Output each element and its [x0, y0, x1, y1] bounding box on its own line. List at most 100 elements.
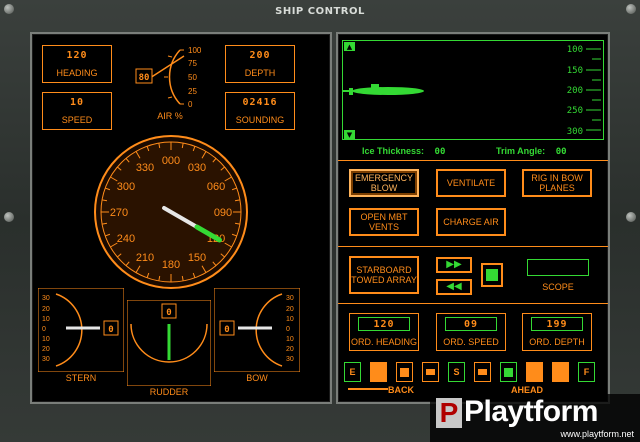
rudder-gauge: 0	[127, 300, 211, 386]
speed-value: 10	[69, 97, 85, 108]
heading-display: 120 HEADING	[42, 45, 112, 83]
ice-thickness-label: Ice Thickness:	[362, 146, 425, 156]
rig-in-bow-planes-button[interactable]: RIG IN BOW PLANES	[522, 169, 592, 197]
air-tick: 25	[188, 87, 197, 96]
submarine-depth-chart: 100 150 200 250 300	[343, 45, 601, 137]
bow-tick: 10	[286, 336, 294, 343]
stern-label: STERN	[65, 373, 97, 383]
depth-value: 200	[249, 50, 271, 61]
stern-gauge: 0 30 20 10 0 10 20 30	[38, 288, 124, 372]
scope-display	[527, 259, 589, 276]
divider	[338, 246, 608, 247]
throttle-emergency-ahead-button[interactable]: F	[578, 362, 595, 382]
throttle-level-icon	[504, 367, 513, 377]
ordered-speed-control[interactable]: 09 ORD. SPEED	[436, 313, 506, 351]
trim-angle-value: 00	[555, 147, 567, 157]
trim-angle-readout: Trim Angle: 00	[496, 146, 567, 157]
compass-label: 210	[136, 252, 154, 264]
throttle-level-icon	[400, 367, 409, 377]
ordered-speed-value: 09	[463, 319, 479, 330]
ordered-depth-label: ORD. DEPTH	[529, 337, 585, 347]
compass-label: 060	[207, 181, 225, 193]
ordered-speed-field: 09	[445, 317, 497, 331]
charge-air-button[interactable]: CHARGE AIR	[436, 208, 506, 236]
watermark-initial: P	[436, 398, 462, 428]
compass-label: 270	[110, 207, 128, 219]
starboard-towed-array-button[interactable]: STARBOARD TOWED ARRAY	[349, 256, 419, 294]
array-extend-button[interactable]: ▶▶	[436, 257, 472, 273]
depth-scale-tick: 150	[567, 66, 583, 76]
rudder-value: 0	[166, 308, 171, 318]
ordered-heading-field: 120	[358, 317, 410, 331]
rudder-label: RUDDER	[149, 387, 189, 397]
submarine-icon	[343, 84, 424, 95]
compass-label: 240	[117, 233, 135, 245]
bow-tick: 30	[286, 356, 294, 363]
ventilate-button[interactable]: VENTILATE	[436, 169, 506, 197]
compass-label: 180	[162, 259, 180, 271]
ice-thickness-readout: Ice Thickness: 00	[362, 146, 445, 157]
stern-tick: 0	[42, 326, 46, 333]
throttle-level-icon	[426, 369, 435, 375]
throttle-ahead-flank-button[interactable]	[552, 362, 569, 382]
throttle-back-slow-button[interactable]	[422, 362, 439, 382]
sounding-label: SOUNDING	[235, 115, 285, 125]
bow-tick: 30	[286, 295, 294, 302]
compass-label: 000	[162, 155, 180, 167]
throttle-back-full-button[interactable]	[370, 362, 387, 382]
stern-tick: 10	[42, 336, 50, 343]
array-retract-button[interactable]: ◀◀	[436, 279, 472, 295]
bow-tick: 10	[286, 316, 294, 323]
compass-label: 330	[136, 162, 154, 174]
stern-tick: 10	[42, 316, 50, 323]
back-label: BACK	[388, 385, 414, 395]
fast-forward-icon: ▶▶	[446, 259, 462, 270]
divider	[338, 160, 608, 161]
array-stop-button[interactable]	[481, 263, 503, 287]
stern-tick: 20	[42, 306, 50, 313]
air-tick: 75	[188, 59, 197, 68]
throttle-back-standard-button[interactable]	[396, 362, 413, 382]
depth-label: DEPTH	[244, 68, 276, 78]
sounding-value: 02416	[242, 97, 278, 108]
back-arrow-line	[348, 388, 388, 390]
watermark-logo: P Playtform www.playtform.net	[430, 394, 640, 442]
throttle-emergency-back-button[interactable]: E	[344, 362, 361, 382]
open-mbt-vents-button[interactable]: OPEN MBT VENTS	[349, 208, 419, 236]
throttle-ahead-slow-button[interactable]	[474, 362, 491, 382]
throttle-stop-button[interactable]: S	[448, 362, 465, 382]
ordered-depth-control[interactable]: 199 ORD. DEPTH	[522, 313, 592, 351]
emergency-blow-button[interactable]: EMERGENCY BLOW	[349, 169, 419, 197]
scope-label: SCOPE	[542, 282, 574, 292]
ordered-heading-control[interactable]: 120 ORD. HEADING	[349, 313, 419, 351]
ordered-heading-value: 120	[373, 319, 395, 330]
compass-label: 030	[188, 162, 206, 174]
compass-gauge: 000030060090120150180210240270300330	[94, 135, 248, 289]
depth-scale-tick: 100	[567, 45, 583, 55]
throttle-ahead-full-button[interactable]	[526, 362, 543, 382]
sounding-display: 02416 SOUNDING	[225, 92, 295, 130]
ordered-speed-label: ORD. SPEED	[443, 337, 499, 347]
depth-scale-tick: 250	[567, 106, 583, 116]
bow-tick: 20	[286, 306, 294, 313]
screw-icon	[626, 4, 636, 14]
divider	[338, 303, 608, 304]
compass-label: 300	[117, 181, 135, 193]
air-tick: 50	[188, 73, 197, 82]
depth-scale-tick: 200	[567, 86, 583, 96]
throttle-level-icon	[478, 369, 487, 375]
stern-tick: 30	[42, 295, 50, 302]
bow-gauge: 0 30 20 10 0 10 20 30	[214, 288, 300, 372]
heading-label: HEADING	[56, 68, 98, 78]
stop-icon	[486, 269, 498, 281]
watermark-text: Playtform	[464, 395, 598, 428]
stern-tick: 20	[42, 346, 50, 353]
screw-icon	[4, 4, 14, 14]
throttle-ahead-standard-button[interactable]	[500, 362, 517, 382]
speed-label: SPEED	[61, 115, 93, 125]
ordered-depth-field: 199	[531, 317, 583, 331]
ordered-depth-value: 199	[546, 319, 568, 330]
bow-tick: 20	[286, 346, 294, 353]
screw-icon	[4, 212, 14, 222]
bow-tick: 0	[286, 326, 290, 333]
